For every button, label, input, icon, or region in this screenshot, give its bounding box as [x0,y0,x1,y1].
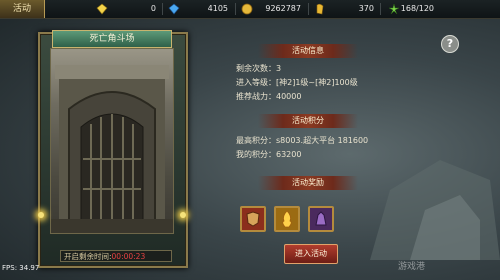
enter-activity-button[interactable]: 进入活动 [284,244,338,264]
stamina-icon [388,3,400,15]
lantern-right-icon [180,212,186,218]
divider [308,3,309,15]
gold-bar-icon [316,3,324,15]
diamond-icon [96,3,108,15]
stamina-counter: 168/120 [388,0,434,18]
section-title-info: 活动信息 [258,44,358,58]
watermark: 游戏港 [398,262,426,272]
info-remaining-times: 剩余次数：3 [236,64,282,73]
score-highest: 最高积分：s8003.超大平台 181600 [236,136,369,145]
help-button[interactable]: ? [441,35,459,53]
activity-card[interactable]: 死亡角斗场 开启剩余时间:00:00:23 [38,30,188,268]
sapphire-counter: 4105 [168,0,228,18]
section-title-score: 活动积分 [258,114,358,128]
armor-item-icon [246,211,260,227]
gold-bar-counter: 370 [314,0,374,18]
purple-beast-item-icon [315,211,327,226]
reward-item-purple-beast[interactable] [308,206,334,232]
stone-statue-background [370,160,500,260]
reward-item-armor[interactable] [240,206,266,232]
diamond-counter: 0 [96,0,156,18]
reward-item-gold-flame[interactable] [274,206,300,232]
top-resource-bar: 活动 0 4105 9262787 370 168/120 [0,0,500,19]
open-countdown: 开启剩余时间:00:00:23 [60,250,172,262]
info-entry-level: 进入等级：[神2]1级~[神2]100级 [236,78,358,87]
fps-readout: FPS: 34.97 [2,264,40,272]
info-recommended-power: 推荐战力：40000 [236,92,302,101]
divider [235,3,236,15]
section-title-reward: 活动奖励 [258,176,358,190]
arena-gate-illustration [50,48,174,234]
lantern-left-icon [38,212,44,218]
sapphire-icon [168,3,180,15]
tab-activity[interactable]: 活动 [0,0,45,18]
gold-coin-counter: 9262787 [241,0,301,18]
gold-flame-item-icon [282,210,292,228]
gold-coin-icon [241,3,253,15]
score-mine: 我的积分：63200 [236,150,302,159]
arena-gate-icon [51,65,173,233]
countdown-timer: 00:00:23 [111,252,146,261]
divider [162,3,163,15]
divider [380,3,381,15]
card-title: 死亡角斗场 [52,30,172,48]
